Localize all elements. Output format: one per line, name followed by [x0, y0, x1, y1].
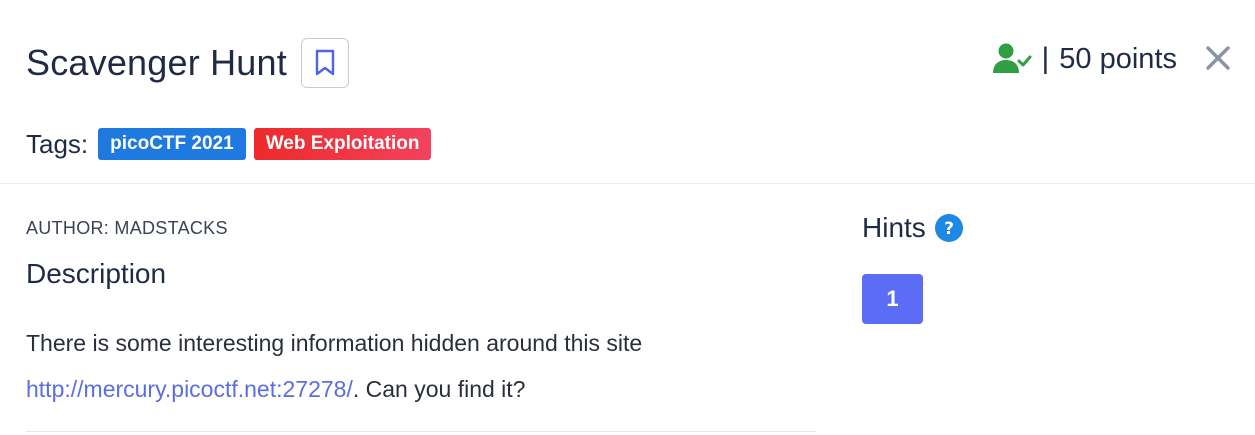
svg-text:?: ?: [944, 219, 954, 239]
help-icon[interactable]: ?: [934, 213, 964, 243]
tag-web-exploitation[interactable]: Web Exploitation: [253, 128, 432, 160]
close-icon[interactable]: [1205, 45, 1231, 71]
description-heading: Description: [26, 258, 167, 289]
hints-header: Hints ?: [862, 212, 964, 244]
challenge-link[interactable]: http://mercury.picoctf.net:27278/: [26, 376, 353, 402]
hint-button-1[interactable]: 1: [862, 274, 923, 324]
description-line: There is some interesting information hi…: [26, 330, 643, 356]
tags-label: Tags:: [26, 128, 89, 159]
description-divider: [26, 431, 816, 432]
tag-picoctf-2021[interactable]: picoCTF 2021: [98, 128, 246, 160]
points-separator: |: [1041, 42, 1050, 75]
hints-title: Hints: [862, 212, 926, 243]
points-area: | 50 points: [992, 42, 1177, 76]
user-check-icon: [992, 43, 1031, 73]
description-body: There is some interesting information hi…: [26, 320, 816, 412]
challenge-title: Scavenger Hunt: [26, 42, 287, 83]
title-row: Scavenger Hunt: [26, 38, 349, 88]
description-link-line: http://mercury.picoctf.net:27278/. Can y…: [26, 366, 816, 412]
author-line: AUTHOR: MADSTACKS: [26, 218, 228, 238]
bookmark-icon: [315, 49, 335, 76]
description-tail: . Can you find it?: [352, 376, 526, 402]
points-value: 50 points: [1059, 42, 1177, 75]
challenge-header: Scavenger Hunt | 50 points Tags: picoCTF…: [0, 0, 1255, 184]
bookmark-button[interactable]: [300, 38, 349, 88]
tags-row: Tags: picoCTF 2021 Web Exploitation: [26, 128, 439, 160]
